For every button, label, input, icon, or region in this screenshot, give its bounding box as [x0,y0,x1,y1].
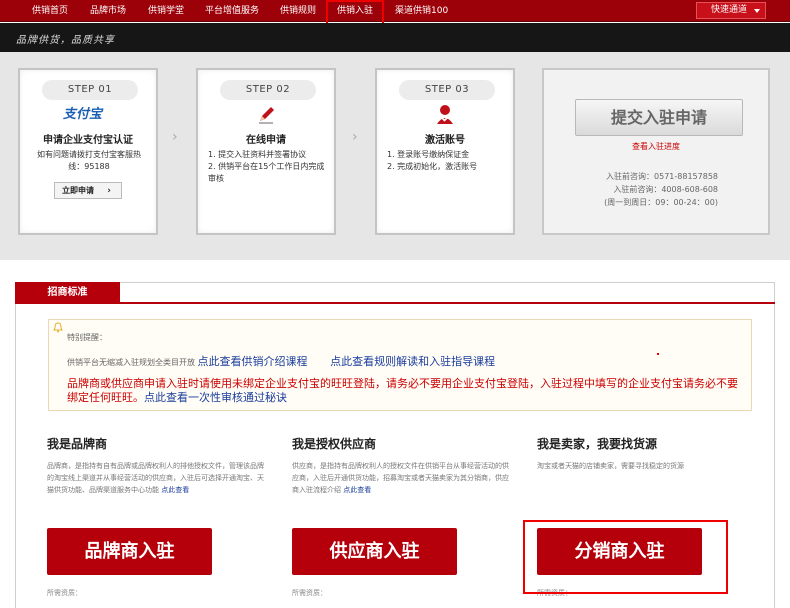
step-desc-line: 1. 登录账号缴纳保证金 [387,150,470,159]
section-divider [120,302,775,304]
step-desc-line: 2. 完成初始化，激活账号 [387,162,478,171]
red-dot [657,353,659,355]
step-desc: 1. 提交入驻资料并签署协议 2. 供销平台在15个工作日内完成审核 [208,149,326,185]
steps-band: STEP 01 支付宝 申请企业支付宝认证 如有问题请拨打支付宝客服热线：951… [0,52,790,260]
supplier-column: 我是授权供应商 供应商，是指持有品牌权利人的授权文件在供销平台从事经营活动的供应… [292,435,512,597]
special-reminder-label: 特别提醒： [67,333,107,342]
nav-rules[interactable]: 供销规则 [280,0,316,22]
step-desc-line: 2. 供销平台在15个工作日内完成审核 [208,162,325,183]
service-hours: (周一到周日：09：00-24：00) [604,198,718,207]
column-title: 我是授权供应商 [292,437,377,451]
seller-column: 我是卖家，我要找货源 淘宝或者天猫的店铺卖家，需要寻找稳定的货源 分销商入驻 所… [537,435,757,597]
brand-view-link[interactable]: 点此查看 [161,486,189,494]
notice-prefix: 供销平台无缩减入驻规划全类目开放 [67,358,195,367]
column-title: 我是品牌商 [47,437,108,451]
column-desc-text: 淘宝或者天猫的店铺卖家，需要寻找稳定的货源 [537,462,684,470]
notice-line: 供销平台无缩减入驻规划全类目开放 点此查看供销介绍课程 点此查看规则解读和入驻指… [67,353,495,369]
column-title: 我是卖家，我要找货源 [537,437,658,451]
nav-value-services[interactable]: 平台增值服务 [205,0,259,22]
column-foot: 所需资质： [47,589,82,597]
hotline-1: 入驻前咨询：0571-88157858 [606,172,718,181]
chevron-down-icon [754,9,760,13]
slogan-bar: 品牌供货，品质共享 [0,23,790,52]
column-desc-text: 品牌商，是指持有自有品牌或品牌权利人的排他授权文件，管理该品牌的淘宝线上渠道并从… [47,462,264,494]
nav-channel-100[interactable]: 渠道供销100 [395,0,448,22]
step-desc-line: 1. 提交入驻资料并签署协议 [208,150,307,159]
bell-icon [53,322,63,333]
column-desc: 品牌商，是指持有自有品牌或品牌权利人的排他授权文件，管理该品牌的淘宝线上渠道并从… [47,460,267,510]
user-check-icon [437,105,453,124]
notice-box: 特别提醒： 供销平台无缩减入驻规划全类目开放 点此查看供销介绍课程 点此查看规则… [48,319,752,411]
step-1-card: STEP 01 支付宝 申请企业支付宝认证 如有问题请拨打支付宝客服热线：951… [18,68,158,235]
column-desc-text: 供应商，是指持有品牌权利人的授权文件在供销平台从事经营活动的供应商，入驻后开通供… [292,462,509,494]
view-progress-link[interactable]: 查看入驻进度 [544,141,768,152]
step-title: 申请企业支付宝认证 [43,135,133,146]
step-tag: STEP 01 [42,80,138,100]
supplier-join-button[interactable]: 供应商入驻 [292,528,457,575]
apply-now-button[interactable]: 立即申请 › [54,182,122,199]
highlight-box-distributor [523,520,728,594]
column-desc: 淘宝或者天猫的店铺卖家，需要寻找稳定的货源 [537,460,757,510]
review-tips-link[interactable]: 点此查看一次性审核通过秘诀 [144,391,287,404]
submit-application-button[interactable]: 提交入驻申请 [575,99,743,136]
chevron-right-icon: › [352,129,358,145]
brand-join-button[interactable]: 品牌商入驻 [47,528,212,575]
step-desc: 1. 登录账号缴纳保证金 2. 完成初始化，激活账号 [387,149,505,173]
supplier-view-link[interactable]: 点此查看 [343,486,371,494]
supply-intro-course-link[interactable]: 点此查看供销介绍课程 [198,355,308,368]
chevron-right-icon: › [107,186,111,196]
step-tag: STEP 02 [220,80,316,100]
step-title: 激活账号 [425,135,465,146]
slogan-text: 品牌供货，品质共享 [16,35,115,46]
brand-column: 我是品牌商 品牌商，是指持有自有品牌或品牌权利人的排他授权文件，管理该品牌的淘宝… [47,435,267,597]
quick-access-label: 快速通道 [711,5,748,15]
step-2-card: STEP 02 在线申请 1. 提交入驻资料并签署协议 2. 供销平台在15个工… [196,68,336,235]
rules-guide-course-link[interactable]: 点此查看规则解读和入驻指导课程 [330,355,495,368]
submit-panel: 提交入驻申请 查看入驻进度 入驻前咨询：0571-88157858 入驻前咨询：… [542,68,770,235]
hotlines: 入驻前咨询：0571-88157858 入驻前咨询：4008-608-608 (… [604,170,718,209]
apply-now-label: 立即申请 [62,186,94,195]
nav-home[interactable]: 供销首页 [32,0,68,22]
step-title: 在线申请 [246,135,286,146]
column-foot: 所需资质： [292,589,327,597]
column-desc: 供应商，是指持有品牌权利人的授权文件在供销平台从事经营活动的供应商，入驻后开通供… [292,460,512,510]
warning-text: 品牌商或供应商申请入驻时请使用未绑定企业支付宝的旺旺登陆，请务必不要用企业支付宝… [67,377,747,405]
step-tag: STEP 03 [399,80,495,100]
top-nav: 供销首页 品牌市场 供销学堂 平台增值服务 供销规则 供销入驻 渠道供销100 … [0,0,790,29]
step-desc: 如有问题请拨打支付宝客服热线：95188 [37,150,141,171]
section-tab[interactable]: 招商标准 [15,282,120,304]
pencil-icon [259,107,274,124]
quick-access-dropdown[interactable]: 快速通道 [696,2,766,19]
step-3-card: STEP 03 激活账号 1. 登录账号缴纳保证金 2. 完成初始化，激活账号 [375,68,515,235]
chevron-right-icon: › [172,129,178,145]
hotline-2: 入驻前咨询：4008-608-608 [613,185,718,194]
alipay-logo-icon: 支付宝 [63,107,103,122]
nav-school[interactable]: 供销学堂 [148,0,184,22]
nav-brand-market[interactable]: 品牌市场 [90,0,126,22]
